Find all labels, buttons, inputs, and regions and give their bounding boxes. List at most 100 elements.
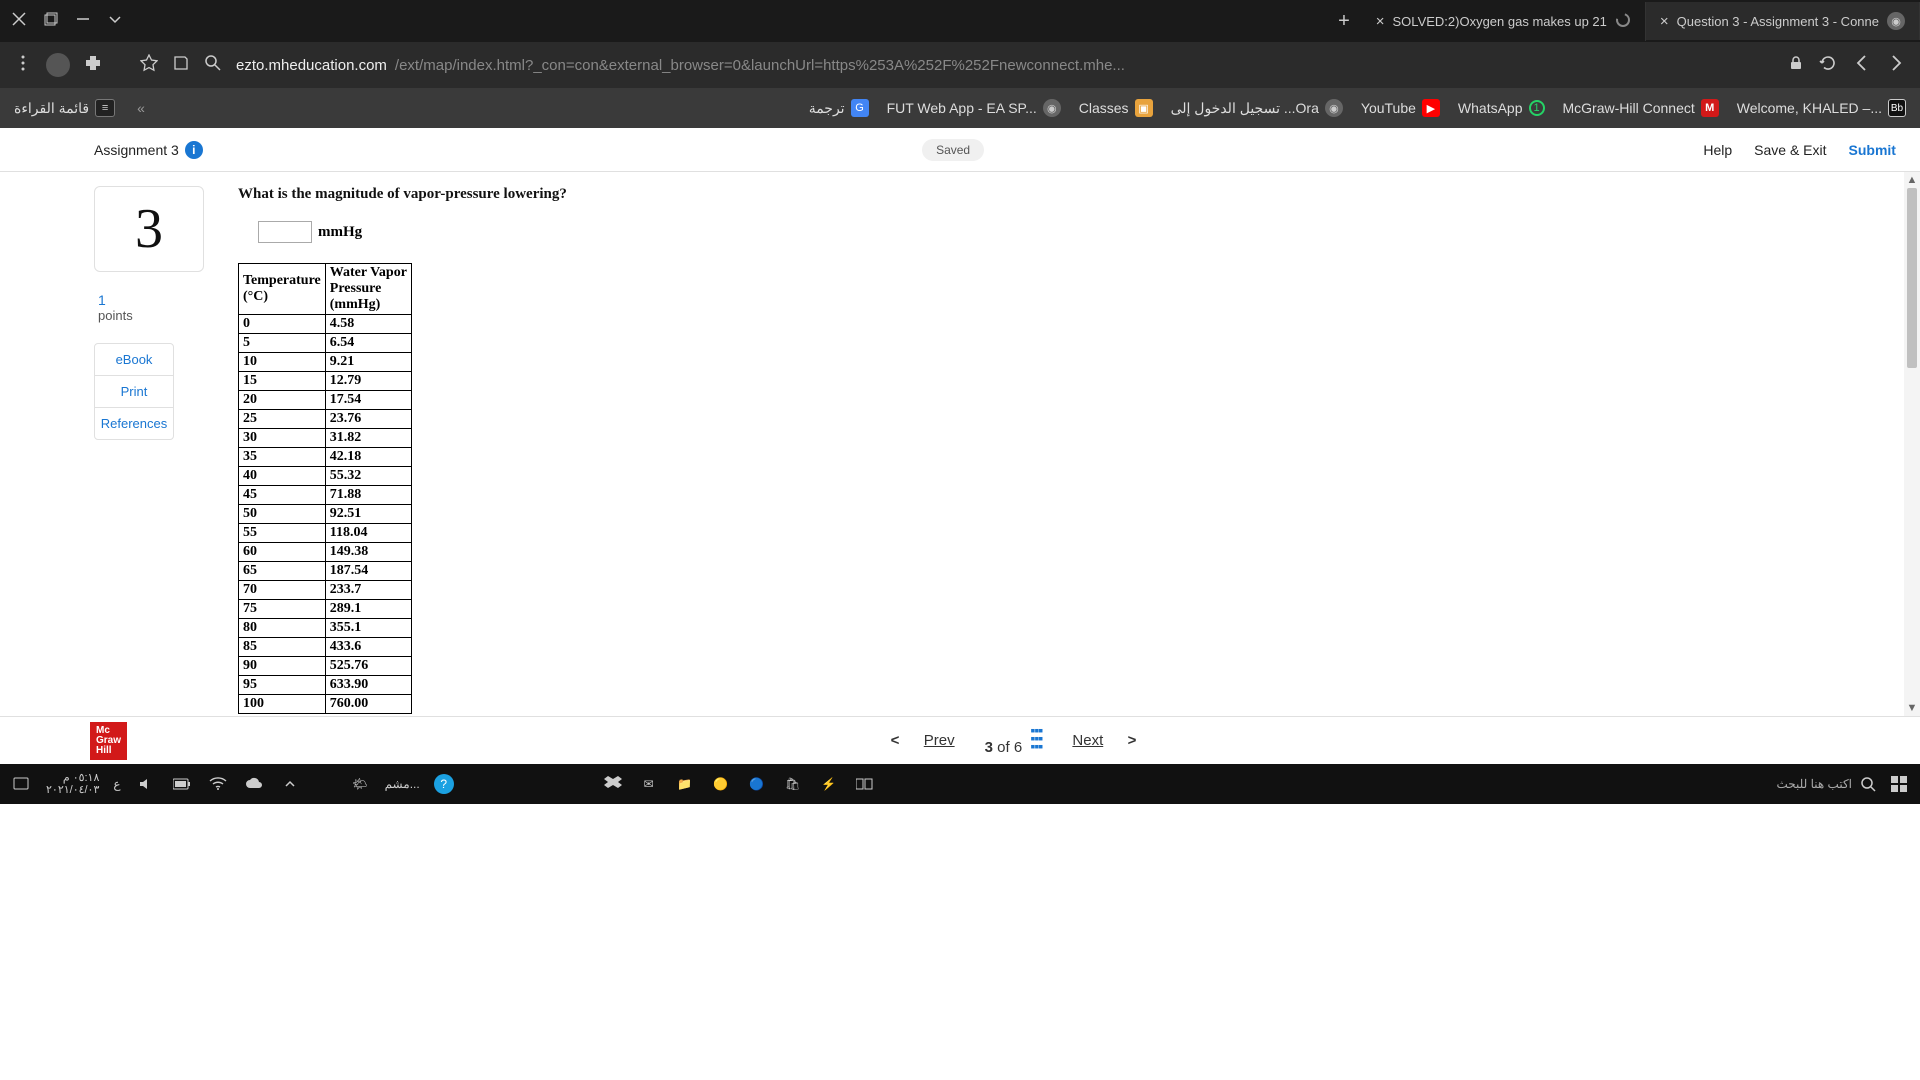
question-links: eBook Print References [94, 343, 174, 440]
url-host: ezto.mheducation.com [236, 57, 387, 74]
search-icon [1860, 776, 1876, 792]
prev-button[interactable]: < Prev [891, 732, 955, 749]
volume-icon[interactable] [135, 773, 157, 795]
taskview-icon[interactable] [854, 773, 876, 795]
globe-icon: ◉ [1043, 99, 1061, 117]
back-icon[interactable] [1852, 53, 1872, 77]
bookmark-star-icon[interactable] [140, 54, 158, 76]
bookmark-whatsapp[interactable]: WhatsApp1 [1458, 100, 1545, 116]
clock[interactable]: ٠٥:١٨ م ٢٠٢١/٠٤/٠٣ [46, 772, 99, 796]
battery-icon[interactable] [171, 773, 193, 795]
tab-question3[interactable]: × Question 3 - Assignment 3 - Conne ◉ [1646, 2, 1920, 40]
pager-position: 3 of 6 ▪▪▪▪▪▪▪▪▪ [985, 726, 1043, 756]
tab-solved[interactable]: × SOLVED:2)Oxygen gas makes up 21 [1362, 2, 1646, 41]
table-row: 100760.00 [239, 695, 412, 714]
translate-icon: G [851, 99, 869, 117]
store-icon[interactable]: 🛍 [782, 773, 804, 795]
notifications-icon[interactable] [10, 773, 32, 795]
question-body: What is the magnitude of vapor-pressure … [228, 172, 1904, 716]
question-pager: < Prev 3 of 6 ▪▪▪▪▪▪▪▪▪ Next > [891, 726, 1137, 756]
forward-icon[interactable] [1886, 53, 1906, 77]
profile-avatar[interactable] [46, 53, 70, 77]
footer: McGrawHill < Prev 3 of 6 ▪▪▪▪▪▪▪▪▪ Next … [0, 716, 1920, 764]
bookmark-fut[interactable]: FUT Web App - EA SP...◉ [887, 99, 1061, 117]
bookmark-welcome[interactable]: Welcome, KHALED –...Bb [1737, 99, 1906, 117]
menu-icon[interactable] [14, 54, 32, 76]
question-number: 3 [94, 186, 204, 272]
table-row: 109.21 [239, 353, 412, 372]
language-indicator[interactable]: ع [113, 777, 120, 791]
minimize-icon[interactable] [76, 12, 90, 31]
weather-icon[interactable]: 🌤 [349, 773, 371, 795]
youtube-icon: ▶ [1422, 99, 1440, 117]
app-icon[interactable]: ⚡ [818, 773, 840, 795]
reading-list-label: قائمة القراءة [14, 100, 89, 117]
answer-input[interactable] [258, 221, 312, 243]
table-row: 4571.88 [239, 486, 412, 505]
chrome-icon[interactable]: 🟡 [710, 773, 732, 795]
bookmark-mcgraw[interactable]: McGraw-Hill ConnectM [1563, 99, 1719, 117]
submit-button[interactable]: Submit [1849, 142, 1896, 158]
chevron-left-icon[interactable]: « [133, 100, 149, 116]
next-button[interactable]: Next > [1072, 732, 1136, 749]
whatsapp-icon: 1 [1529, 100, 1545, 116]
globe-icon: ◉ [1887, 12, 1905, 30]
dropbox-icon[interactable] [602, 773, 624, 795]
print-link[interactable]: Print [95, 375, 173, 407]
url-path: /ext/map/index.html?_con=con&external_br… [395, 57, 1125, 74]
cloud-icon[interactable] [243, 773, 265, 795]
points-value: 1 [94, 292, 204, 308]
file-explorer-icon[interactable]: 📁 [674, 773, 696, 795]
chevron-down-icon[interactable] [108, 12, 122, 31]
refresh-icon[interactable] [1818, 53, 1838, 77]
info-icon[interactable]: i [185, 141, 203, 159]
close-icon[interactable]: × [1660, 13, 1669, 30]
list-icon: ≡ [95, 99, 115, 117]
url-display[interactable]: ezto.mheducation.com/ext/map/index.html?… [236, 57, 1774, 74]
window-titlebar: + × SOLVED:2)Oxygen gas makes up 21 × Qu… [0, 0, 1920, 42]
table-row: 55118.04 [239, 524, 412, 543]
help-button[interactable]: Help [1703, 142, 1732, 158]
restore-icon[interactable] [44, 12, 58, 31]
new-tab-button[interactable]: + [1326, 10, 1362, 33]
extensions-icon[interactable] [84, 54, 102, 76]
table-row: 95633.90 [239, 676, 412, 695]
save-exit-button[interactable]: Save & Exit [1754, 142, 1826, 158]
table-row: 56.54 [239, 334, 412, 353]
search-box[interactable]: اكتب هنا للبحث [1776, 776, 1876, 792]
references-link[interactable]: References [95, 407, 173, 439]
bookmark-translate[interactable]: ترجمةG [809, 99, 869, 117]
scrollbar[interactable]: ▲ ▼ [1904, 172, 1920, 716]
table-row: 2523.76 [239, 410, 412, 429]
table-row: 2017.54 [239, 391, 412, 410]
scroll-down-icon[interactable]: ▼ [1907, 700, 1918, 716]
chevron-up-icon[interactable] [279, 773, 301, 795]
scroll-up-icon[interactable]: ▲ [1907, 172, 1918, 188]
bookmark-youtube[interactable]: YouTube▶ [1361, 99, 1440, 117]
grid-icon[interactable]: ▪▪▪▪▪▪▪▪▪ [1031, 726, 1043, 751]
answer-unit: mmHg [318, 224, 362, 241]
scroll-thumb[interactable] [1907, 188, 1917, 368]
help-circle-icon[interactable]: ? [434, 774, 454, 794]
search-icon[interactable] [204, 54, 222, 76]
collections-icon[interactable] [172, 54, 190, 76]
table-row: 3031.82 [239, 429, 412, 448]
close-icon[interactable] [12, 12, 26, 31]
lock-icon[interactable] [1788, 55, 1804, 75]
weather-text[interactable]: مشم... [385, 777, 420, 791]
table-row: 1512.79 [239, 372, 412, 391]
table-row: 4055.32 [239, 467, 412, 486]
windows-taskbar: ٠٥:١٨ م ٢٠٢١/٠٤/٠٣ ع 🌤 مشم... ? ✉ 📁 🟡 🔵 … [0, 764, 1920, 804]
edge-icon[interactable]: 🔵 [746, 773, 768, 795]
assignment-title: Assignment 3 [94, 142, 179, 158]
tab-title: SOLVED:2)Oxygen gas makes up 21 [1393, 14, 1607, 29]
ebook-link[interactable]: eBook [95, 344, 173, 375]
bookmark-oracle[interactable]: تسجيل الدخول إلى ...Ora◉ [1171, 99, 1343, 117]
bookmark-classes[interactable]: Classes▣ [1079, 99, 1153, 117]
mail-icon[interactable]: ✉ [638, 773, 660, 795]
wifi-icon[interactable] [207, 773, 229, 795]
start-icon[interactable] [1888, 773, 1910, 795]
close-icon[interactable]: × [1376, 13, 1385, 30]
reading-list-button[interactable]: قائمة القراءة ≡ [14, 99, 115, 117]
points-label: points [94, 308, 204, 323]
